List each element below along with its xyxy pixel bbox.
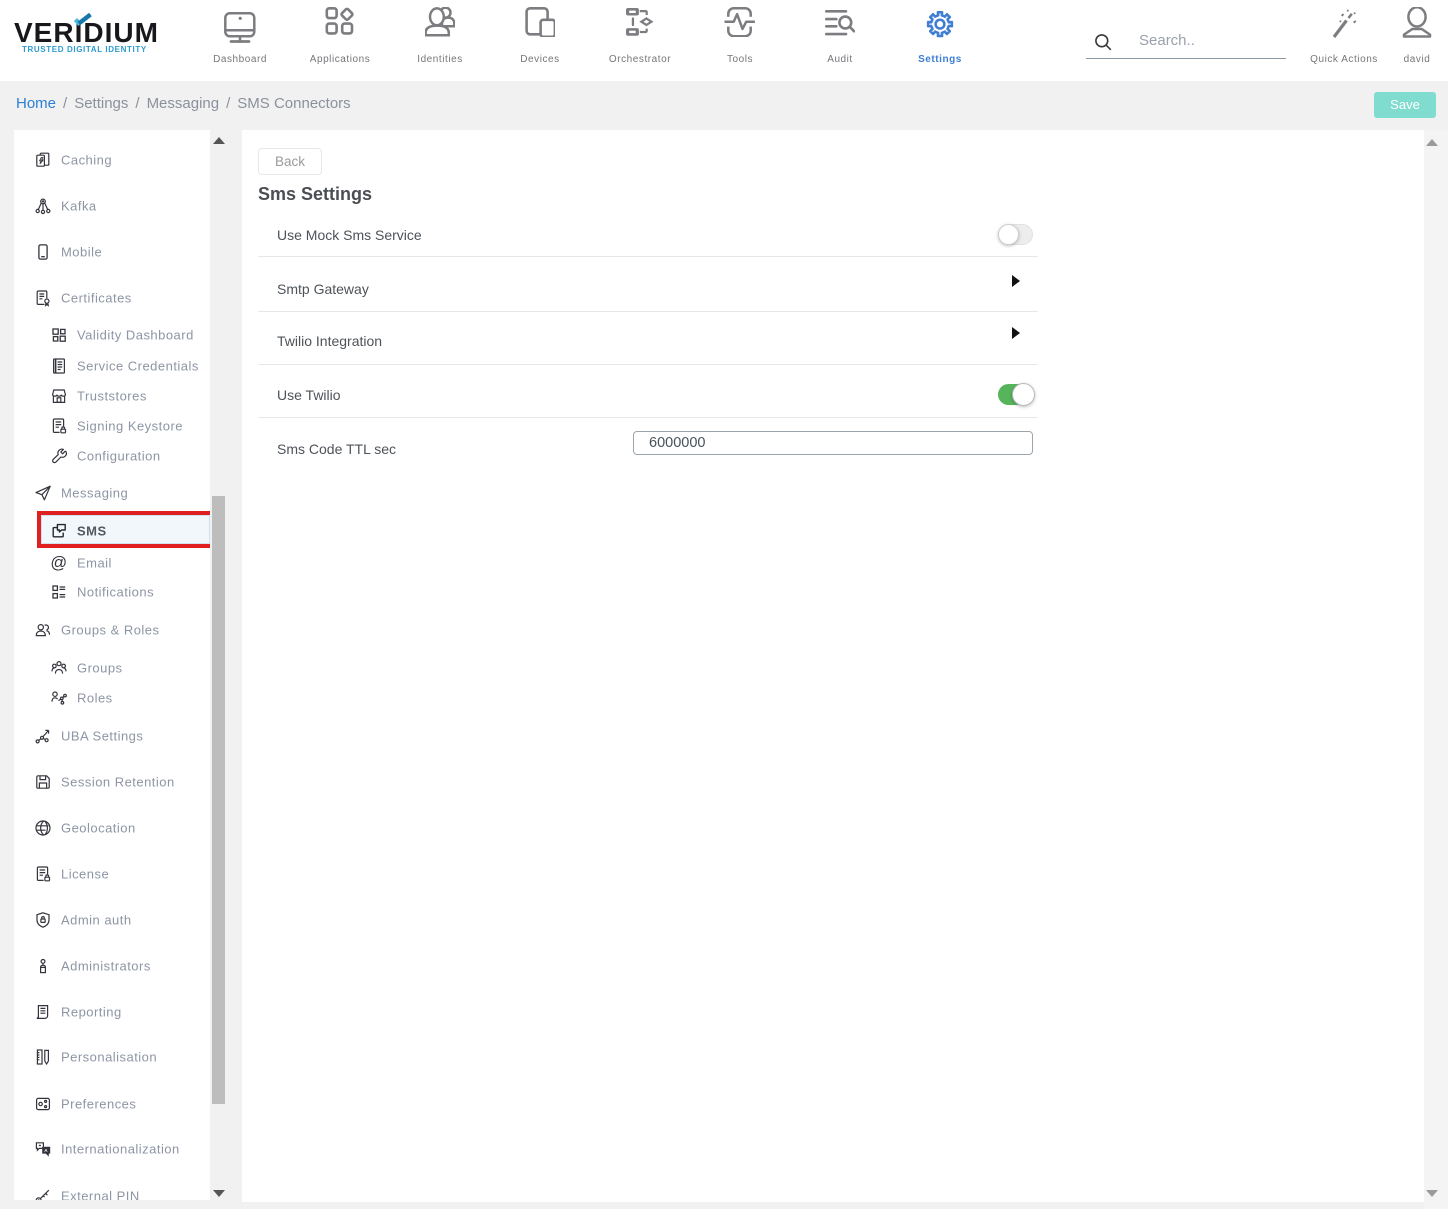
svg-text:A: A — [44, 1148, 48, 1153]
svg-text:@: @ — [50, 554, 67, 572]
